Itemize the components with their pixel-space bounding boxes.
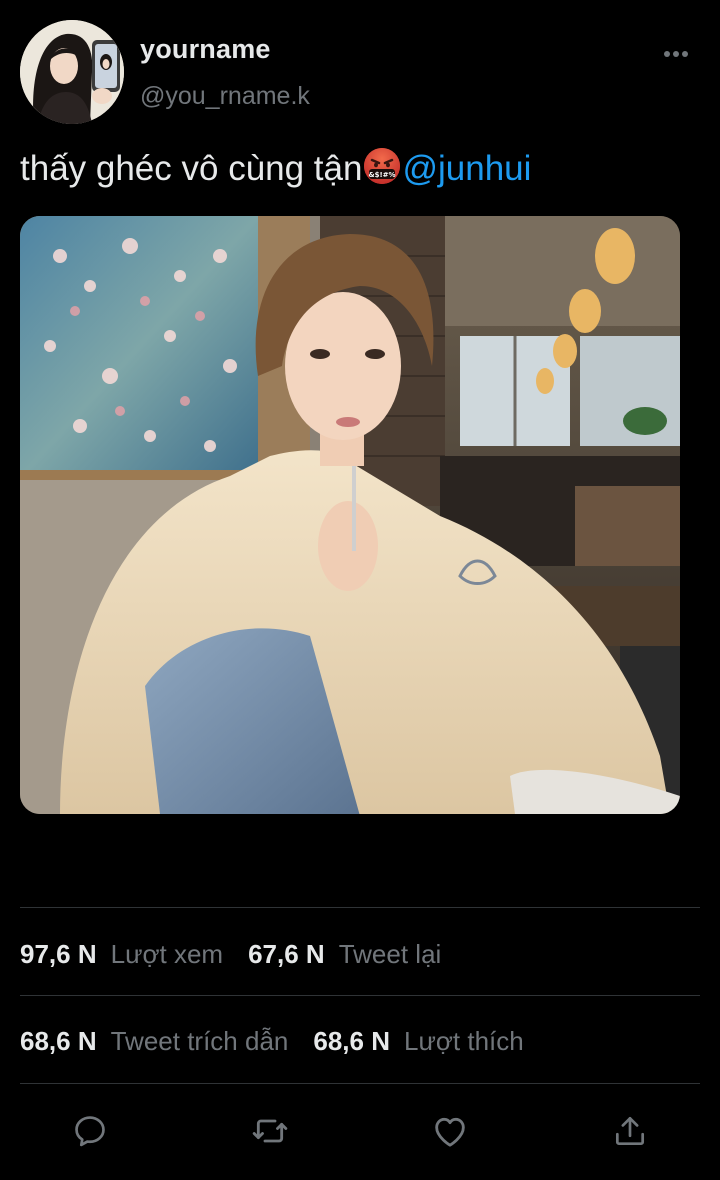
tweet-body: thấy ghéc vô cùng tận <box>20 149 363 188</box>
like-button[interactable] <box>425 1106 475 1156</box>
tweet-photo[interactable] <box>20 216 680 814</box>
retweet-icon <box>252 1119 288 1143</box>
divider <box>20 995 700 996</box>
user-handle[interactable]: @you_rname.k <box>140 82 310 111</box>
action-bar <box>20 1106 700 1156</box>
reply-button[interactable] <box>65 1106 115 1156</box>
avatar-photo <box>20 20 124 124</box>
divider <box>20 907 700 908</box>
retweets-count[interactable]: 67,6 N <box>248 939 325 970</box>
face-with-symbols-on-mouth-icon: &$!#% <box>363 147 401 197</box>
likes-count[interactable]: 68,6 N <box>313 1026 390 1057</box>
mention-link[interactable]: @junhui <box>402 149 531 188</box>
tweet-text: thấy ghéc vô cùng tận &$!#% @junhui <box>20 146 700 197</box>
avatar[interactable] <box>20 20 124 124</box>
display-name[interactable]: yourname <box>140 34 271 65</box>
quotes-label[interactable]: Tweet trích dẫn <box>111 1026 289 1057</box>
retweets-label[interactable]: Tweet lại <box>339 939 442 970</box>
more-options-button[interactable] <box>660 42 692 66</box>
more-icon <box>664 51 688 57</box>
share-button[interactable] <box>605 1106 655 1156</box>
share-icon <box>615 1116 645 1146</box>
divider <box>20 1083 700 1084</box>
stats-row-views-retweets: 97,6 N Lượt xem 67,6 N Tweet lại <box>20 934 700 974</box>
stats-row-quotes-likes: 68,6 N Tweet trích dẫn 68,6 N Lượt thích <box>20 1021 700 1061</box>
likes-label[interactable]: Lượt thích <box>404 1026 524 1057</box>
views-count: 97,6 N <box>20 938 97 969</box>
photo <box>20 216 680 814</box>
retweet-button[interactable] <box>245 1106 295 1156</box>
like-icon <box>435 1117 465 1147</box>
svg-text:&$!#%: &$!#% <box>369 171 396 179</box>
views-label: Lượt xem <box>110 938 224 969</box>
tweet-header: yourname @you_rname.k <box>20 18 700 124</box>
quotes-count[interactable]: 68,6 N <box>20 1026 97 1057</box>
reply-icon <box>75 1116 105 1147</box>
